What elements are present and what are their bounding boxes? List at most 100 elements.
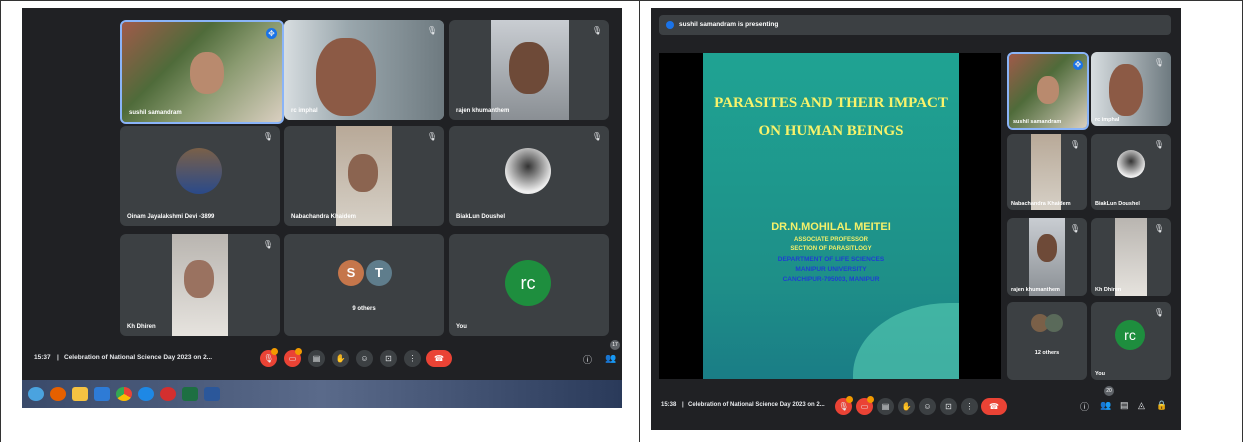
- participant-tile[interactable]: 🎙 BiakLun Doushel: [1091, 134, 1171, 210]
- participant-tile[interactable]: rc You: [449, 234, 609, 336]
- participant-tile[interactable]: 🎙 rc imphal: [284, 20, 444, 120]
- warning-badge: [846, 396, 853, 403]
- excel-icon[interactable]: [182, 387, 198, 401]
- slide-wave-decoration: [853, 303, 959, 379]
- participant-tile[interactable]: 🎙 rajen khumanthem: [449, 20, 609, 120]
- opera-icon[interactable]: [160, 387, 176, 401]
- participant-count: 20: [1104, 386, 1114, 396]
- raise-hand-icon[interactable]: ✋: [332, 350, 349, 367]
- slide-line: SECTION OF PARASITLOGY: [790, 246, 872, 252]
- warning-badge: [271, 348, 278, 355]
- participant-tile[interactable]: 🎙 Nabachandra Khaidem: [284, 126, 444, 226]
- participant-tile[interactable]: 🎙 Nabachandra Khaidem: [1007, 134, 1087, 210]
- participant-name: You: [456, 324, 467, 330]
- participant-name: sushil samandram: [1013, 119, 1062, 125]
- face: [1109, 64, 1143, 116]
- participant-tile[interactable]: S T 9 others: [284, 234, 444, 336]
- mic-off-icon: 🎙: [1153, 140, 1164, 149]
- participant-video: [1115, 218, 1147, 296]
- face: [1037, 76, 1059, 104]
- captions-icon[interactable]: ▤: [308, 350, 325, 367]
- face: [316, 38, 376, 116]
- slide-line: CANCHIPUR-795003, MANIPUR: [782, 276, 880, 283]
- activities-icon[interactable]: ◬: [1138, 400, 1145, 411]
- participant-name: 12 others: [1034, 350, 1060, 356]
- raise-hand-icon[interactable]: ✋: [898, 398, 915, 415]
- avatar: [1045, 314, 1063, 332]
- lock-icon[interactable]: 🔒: [1156, 400, 1167, 411]
- avatar: [505, 148, 551, 194]
- present-icon[interactable]: ⊡: [380, 350, 397, 367]
- emoji-icon[interactable]: ☺: [356, 350, 373, 367]
- avatar: rc: [1115, 320, 1145, 350]
- participant-count: 17: [610, 340, 620, 350]
- slide-title: PARASITES AND THEIR IMPACT: [714, 95, 948, 111]
- participant-tile[interactable]: ✥ sushil samandram: [120, 20, 284, 124]
- pin-icon[interactable]: ✥: [1073, 60, 1083, 70]
- table-divider: [639, 0, 640, 442]
- mic-off-icon: 🎙: [1153, 58, 1164, 67]
- participant-tile[interactable]: 🎙 Kh Dhiren: [1091, 218, 1171, 296]
- participant-tile[interactable]: 🎙 Oinam Jayalakshmi Devi -3899: [120, 126, 280, 226]
- mic-off-icon: 🎙: [262, 240, 273, 249]
- more-options-icon[interactable]: ⋮: [404, 350, 421, 367]
- slide-line: DEPARTMENT OF LIFE SCIENCES: [777, 256, 885, 263]
- media-icon[interactable]: [94, 387, 110, 401]
- participant-name: rajen khumanthem: [456, 108, 510, 114]
- participant-name: BiakLun Doushel: [1095, 201, 1140, 207]
- emoji-icon[interactable]: ☺: [919, 398, 936, 415]
- slide-title: ON HUMAN BEINGS: [758, 123, 904, 139]
- avatar: [176, 148, 222, 194]
- participant-name: sushil samandram: [129, 110, 182, 116]
- participant-tile[interactable]: 12 others: [1007, 302, 1087, 380]
- pin-icon[interactable]: ✥: [266, 28, 277, 39]
- firefox-icon[interactable]: [50, 387, 66, 401]
- participant-tile[interactable]: 🎙 rc imphal: [1091, 52, 1171, 126]
- more-options-icon[interactable]: ⋮: [961, 398, 978, 415]
- word-icon[interactable]: [204, 387, 220, 401]
- mic-off-icon: 🎙: [262, 132, 273, 141]
- present-icon[interactable]: ⊡: [940, 398, 957, 415]
- chat-icon[interactable]: ▤: [1120, 400, 1129, 411]
- mic-off-icon: 🎙: [591, 132, 602, 141]
- participant-tile[interactable]: ✥ sushil samandram: [1007, 52, 1089, 130]
- mic-off-icon: 🎙: [1069, 224, 1080, 233]
- slide: PARASITES AND THEIR IMPACT ON HUMAN BEIN…: [703, 53, 959, 379]
- face: [184, 260, 214, 298]
- avatar: T: [366, 260, 392, 286]
- face: [190, 52, 224, 94]
- present-icon: [666, 21, 674, 29]
- participant-name: rajen khumanthem: [1011, 287, 1060, 293]
- warning-badge: [867, 396, 874, 403]
- participant-tile[interactable]: 🎙 Kh Dhiren: [120, 234, 280, 336]
- meeting-time: 15:37: [34, 354, 51, 361]
- participant-name: Kh Dhiren: [127, 324, 156, 330]
- participant-name: 9 others: [352, 306, 376, 312]
- info-icon[interactable]: ⓘ: [1080, 400, 1089, 413]
- face: [348, 154, 378, 192]
- slide-line: ASSOCIATE PROFESSOR: [794, 237, 868, 243]
- end-call-button[interactable]: ☎: [426, 350, 452, 367]
- participant-tile[interactable]: 🎙 rajen khumanthem: [1007, 218, 1087, 296]
- captions-icon[interactable]: ▤: [877, 398, 894, 415]
- presenting-text: sushil samandram is presenting: [679, 21, 779, 28]
- bar-separator: |: [682, 402, 684, 408]
- folder-icon[interactable]: [72, 387, 88, 401]
- people-icon[interactable]: 👥: [605, 353, 616, 364]
- edge-icon[interactable]: [138, 387, 154, 401]
- chrome-icon[interactable]: [116, 387, 132, 401]
- end-call-button[interactable]: ☎: [981, 398, 1007, 415]
- start-icon[interactable]: [28, 387, 44, 401]
- participant-name: Kh Dhiren: [1095, 287, 1122, 293]
- table-border-left: [0, 0, 1, 442]
- info-icon[interactable]: ⓘ: [583, 353, 592, 366]
- participant-name: Oinam Jayalakshmi Devi -3899: [127, 214, 215, 220]
- participant-tile[interactable]: rc 🎙 You: [1091, 302, 1171, 380]
- participant-video: [1031, 134, 1061, 210]
- bar-separator: |: [57, 354, 59, 361]
- participant-tile[interactable]: 🎙 BiakLun Doushel: [449, 126, 609, 226]
- people-icon[interactable]: 👥: [1100, 400, 1111, 411]
- mic-off-icon: 🎙: [426, 132, 437, 141]
- meeting-time: 15:38: [661, 402, 677, 408]
- meet-screenshot-right: sushil samandram is presenting PARASITES…: [651, 8, 1181, 430]
